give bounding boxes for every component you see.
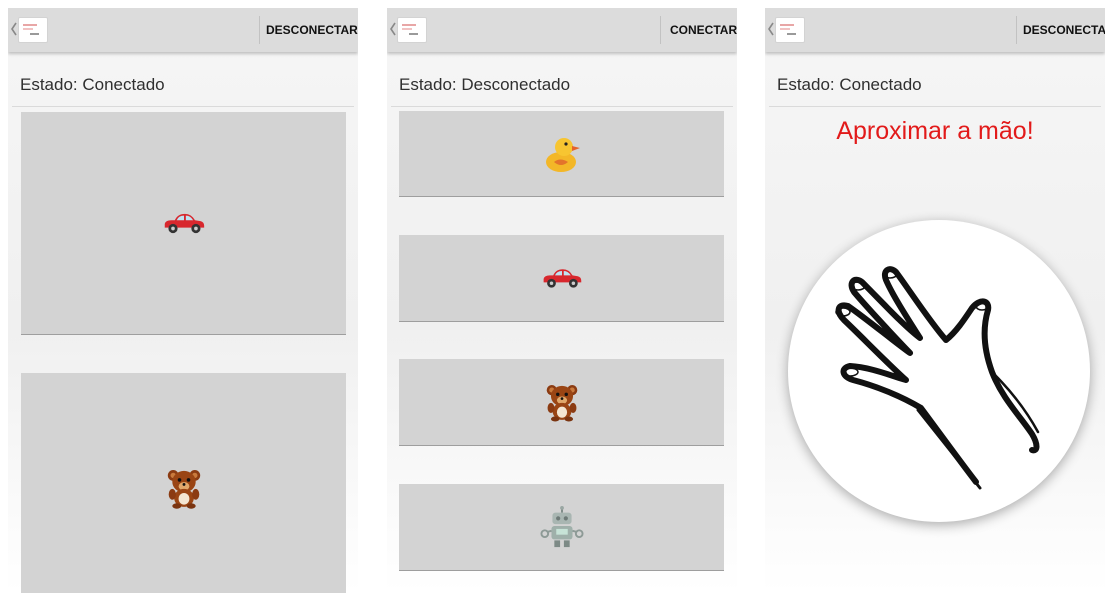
disconnect-button[interactable]: DESCONECTAR — [266, 8, 358, 52]
connection-status: Estado: Conectado — [777, 75, 922, 94]
hand-icon — [788, 220, 1090, 522]
disconnect-button[interactable]: DESCONECTAR — [1023, 8, 1105, 52]
toy-card-teddy-bear[interactable] — [21, 373, 346, 593]
connection-status: Estado: Conectado — [20, 75, 165, 94]
divider — [391, 106, 733, 107]
hand-prompt: Aproximar a mão! — [836, 117, 1034, 145]
action-divider — [259, 16, 260, 44]
app-logo[interactable] — [775, 17, 805, 43]
screen-connected-toy-list: DESCONECTAR Estado: Conectado — [8, 8, 358, 593]
back-chevron-icon[interactable] — [10, 21, 18, 37]
toy-card-teddy-bear[interactable] — [399, 359, 724, 446]
toy-card-car[interactable] — [21, 112, 346, 335]
app-logo[interactable] — [397, 17, 427, 43]
hand-sensor-button[interactable] — [788, 220, 1090, 522]
app-bar: CONECTAR — [387, 8, 737, 52]
screen-disconnected-toy-list: CONECTAR Estado: Desconectado — [387, 8, 737, 593]
back-chevron-icon[interactable] — [389, 21, 397, 37]
toy-card-duck[interactable] — [399, 111, 724, 197]
teddy-bear-icon — [166, 467, 202, 509]
app-bar: DESCONECTAR — [8, 8, 358, 52]
robot-icon — [540, 505, 584, 549]
toy-card-robot[interactable] — [399, 484, 724, 571]
divider — [769, 106, 1101, 107]
screen-hand-sensor: DESCONECTAR Estado: Conectado Aproximar … — [765, 8, 1105, 593]
teddy-bear-icon — [545, 382, 579, 422]
back-chevron-icon[interactable] — [767, 21, 775, 37]
action-divider — [1016, 16, 1017, 44]
action-divider — [660, 16, 661, 44]
car-icon — [541, 267, 583, 290]
connection-status: Estado: Desconectado — [399, 75, 571, 94]
app-bar: DESCONECTAR — [765, 8, 1105, 52]
toy-card-car[interactable] — [399, 235, 724, 322]
car-icon — [162, 211, 206, 235]
divider — [12, 106, 354, 107]
app-logo[interactable] — [18, 17, 48, 43]
connect-button[interactable]: CONECTAR — [670, 8, 737, 52]
duck-icon — [542, 134, 582, 174]
